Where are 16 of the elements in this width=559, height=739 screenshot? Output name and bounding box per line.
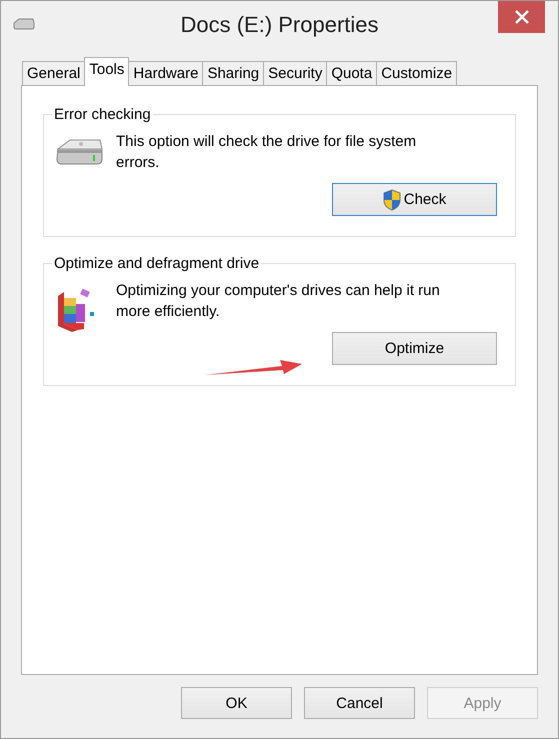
tab[interactable]: Tools	[84, 57, 130, 86]
close-icon	[514, 9, 530, 25]
tab[interactable]: Customize	[376, 61, 458, 85]
action-button[interactable]: Check	[332, 183, 497, 216]
window-title: Docs (E:) Properties	[180, 12, 379, 38]
dialog-button[interactable]: OK	[181, 687, 292, 719]
description: Optimizing your computer's drives can help it run more efficiently.	[116, 281, 441, 322]
drive-icon	[13, 18, 35, 30]
description: This option will check the drive for file system errors.	[116, 132, 418, 173]
close-button[interactable]	[498, 1, 545, 33]
group-title: Error checking	[53, 106, 152, 123]
group-title: Optimize and defragment drive	[53, 255, 260, 272]
dialog-button[interactable]: Cancel	[304, 687, 415, 719]
shield-icon	[382, 188, 401, 210]
action-button[interactable]: Optimize	[332, 332, 497, 365]
tab[interactable]: General	[22, 61, 86, 85]
